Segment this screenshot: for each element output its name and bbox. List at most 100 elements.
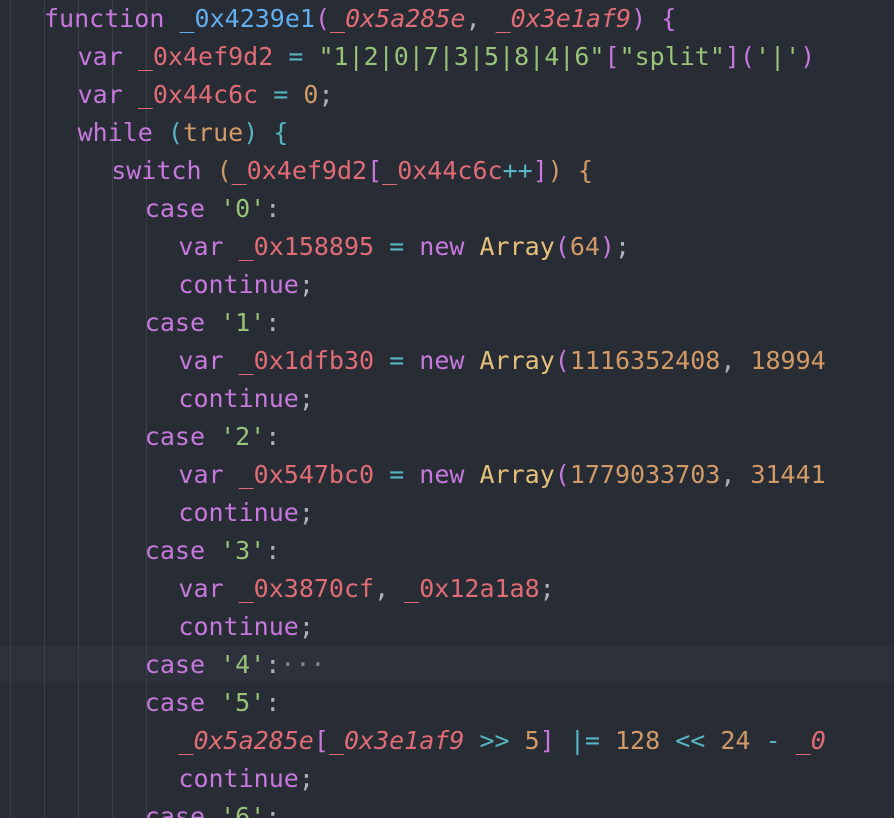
code-line[interactable]: continue; bbox=[178, 608, 313, 646]
code-token: case bbox=[144, 194, 206, 223]
code-line[interactable]: var _0x44c6c = 0; bbox=[78, 76, 334, 114]
code-token: ) bbox=[243, 118, 259, 147]
code-line[interactable]: var _0x1dfb30 = new Array(1116352408, 18… bbox=[178, 342, 825, 380]
code-token: case bbox=[144, 688, 206, 717]
code-token: ; bbox=[298, 384, 314, 413]
code-token: 5 bbox=[524, 726, 540, 755]
code-line[interactable]: case '3': bbox=[145, 532, 281, 570]
code-token: "split" bbox=[619, 42, 725, 71]
code-token: new bbox=[419, 232, 465, 261]
code-token: 24 bbox=[720, 726, 751, 755]
code-token: ) bbox=[800, 42, 816, 71]
code-line[interactable]: case '0': bbox=[145, 190, 281, 228]
code-token: _0x4239e1 bbox=[179, 4, 315, 33]
code-token: = bbox=[273, 80, 289, 109]
code-token: continue bbox=[178, 498, 299, 527]
code-line[interactable]: var _0x3870cf, _0x12a1a8; bbox=[178, 570, 554, 608]
code-token: 1779033703 bbox=[569, 460, 721, 489]
code-token: _0x4ef9d2 bbox=[137, 42, 274, 71]
code-line[interactable]: _0x5a285e[_0x3e1af9 >> 5] |= 128 << 24 -… bbox=[178, 722, 825, 760]
code-token: continue bbox=[178, 270, 299, 299]
code-token: ++ bbox=[502, 156, 533, 185]
code-token: continue bbox=[178, 384, 299, 413]
code-line-current[interactable]: case '4':··· bbox=[145, 646, 326, 684]
code-token: var bbox=[178, 346, 224, 375]
code-token: _0x3e1af9 bbox=[495, 4, 632, 33]
code-token: var bbox=[178, 232, 224, 261]
code-token: _0 bbox=[795, 726, 826, 755]
code-line[interactable]: var _0x547bc0 = new Array(1779033703, 31… bbox=[178, 456, 825, 494]
code-token: '3' bbox=[220, 536, 266, 565]
code-token: case bbox=[144, 422, 206, 451]
code-token: 31441 bbox=[750, 460, 826, 489]
fold-ellipsis-icon[interactable]: ··· bbox=[280, 650, 325, 679]
code-line[interactable]: continue; bbox=[178, 380, 313, 418]
code-token: ; bbox=[318, 80, 334, 109]
code-token: ; bbox=[614, 232, 631, 261]
code-line[interactable]: case '5': bbox=[145, 684, 281, 722]
code-token: '5' bbox=[220, 688, 266, 717]
code-token: << bbox=[675, 726, 706, 755]
code-token: _0x547bc0 bbox=[238, 460, 375, 489]
code-token: 18994 bbox=[750, 346, 826, 375]
code-token: - bbox=[765, 726, 781, 755]
code-line[interactable]: case '6': bbox=[145, 798, 281, 818]
code-line[interactable]: continue; bbox=[178, 494, 313, 532]
indent-guide bbox=[10, 0, 11, 818]
code-token: continue bbox=[178, 764, 299, 793]
code-token: true bbox=[182, 118, 244, 147]
code-editor[interactable]: function _0x4239e1(_0x5a285e, _0x3e1af9)… bbox=[0, 0, 894, 818]
code-line[interactable]: case '1': bbox=[145, 304, 281, 342]
code-token: 1116352408 bbox=[569, 346, 721, 375]
code-line[interactable]: var _0x4ef9d2 = "1|2|0|7|3|5|8|4|6"["spl… bbox=[78, 38, 816, 76]
code-token: = bbox=[389, 232, 405, 261]
code-token: _0x3870cf bbox=[238, 574, 375, 603]
code-token: _0x44c6c bbox=[382, 156, 503, 185]
code-token: ( bbox=[554, 460, 570, 489]
code-token: ( bbox=[554, 232, 570, 261]
code-line[interactable]: continue; bbox=[178, 760, 313, 798]
code-line[interactable]: switch (_0x4ef9d2[_0x44c6c++]) { bbox=[111, 152, 593, 190]
code-line[interactable]: continue; bbox=[178, 266, 313, 304]
code-token: 128 bbox=[614, 726, 661, 755]
code-line[interactable]: case '2': bbox=[145, 418, 281, 456]
code-token: _0x12a1a8 bbox=[404, 574, 540, 603]
code-token: ( bbox=[739, 42, 755, 71]
code-token: ) bbox=[547, 156, 563, 185]
code-token: case bbox=[144, 308, 206, 337]
code-token: _0x158895 bbox=[238, 232, 375, 261]
code-token: = bbox=[288, 42, 304, 71]
code-token: _0x4ef9d2 bbox=[231, 156, 368, 185]
code-token: _0x5a285e bbox=[178, 726, 314, 755]
code-token: ] bbox=[532, 156, 548, 185]
code-token: case bbox=[144, 650, 206, 679]
code-token: , bbox=[374, 574, 405, 603]
code-line[interactable]: while (true) { bbox=[78, 114, 289, 152]
code-line[interactable]: function _0x4239e1(_0x5a285e, _0x3e1af9)… bbox=[44, 0, 676, 38]
code-token: Array bbox=[479, 346, 555, 375]
code-line[interactable]: var _0x158895 = new Array(64); bbox=[178, 228, 630, 266]
